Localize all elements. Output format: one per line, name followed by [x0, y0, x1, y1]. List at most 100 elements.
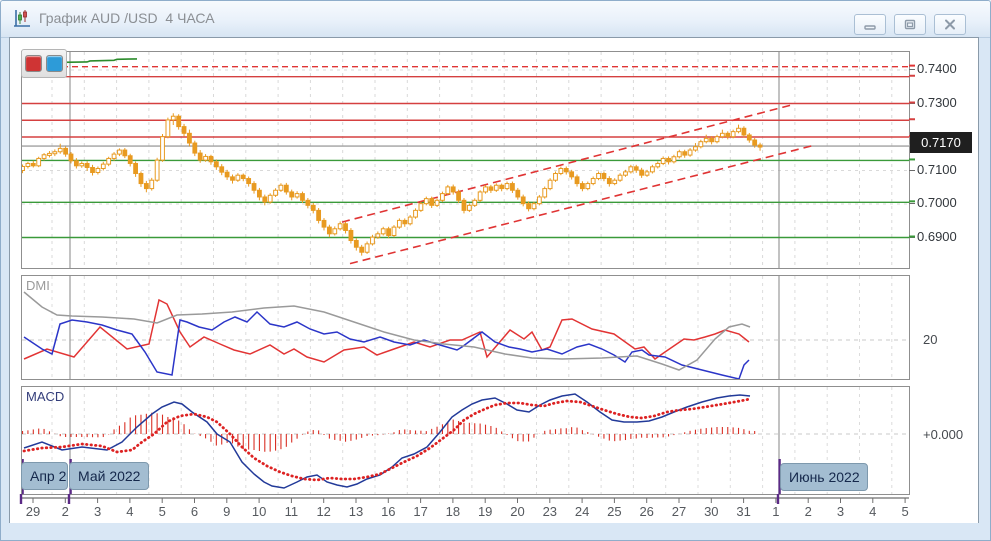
- candle-down: [403, 220, 407, 223]
- candle-up: [554, 174, 558, 181]
- month-marker-june[interactable]: Июнь 2022: [780, 463, 868, 491]
- chart-legend-toolbar: [21, 49, 67, 78]
- candle-down: [354, 241, 358, 248]
- time-axis-label: 12: [316, 504, 330, 519]
- candle-down: [430, 199, 434, 206]
- price-axis-label: 0.7100: [917, 162, 977, 177]
- candle-up: [42, 155, 46, 159]
- time-axis-label: 5: [159, 504, 166, 519]
- candle-down: [581, 184, 585, 189]
- candle-down: [241, 175, 245, 178]
- candle-down: [306, 200, 310, 205]
- candle-down: [220, 167, 224, 172]
- candle-up: [150, 180, 154, 188]
- candle-up: [376, 234, 380, 237]
- candle-down: [139, 174, 143, 184]
- candle-down: [198, 153, 202, 160]
- price-axis-label: 0.7400: [917, 61, 977, 76]
- candle-up: [295, 194, 299, 197]
- candle-down: [258, 190, 262, 197]
- candle-down: [322, 220, 326, 227]
- candle-up: [22, 166, 24, 170]
- candle-down: [301, 194, 305, 201]
- candle-down: [521, 197, 525, 204]
- candle-down: [451, 187, 455, 192]
- candle-up: [338, 224, 342, 229]
- candle-down: [123, 150, 127, 156]
- candle-down: [634, 167, 638, 170]
- candle-up: [107, 158, 111, 164]
- candle-down: [284, 185, 288, 192]
- candle-down: [193, 143, 197, 153]
- candle-up: [672, 157, 676, 162]
- dmi-label: DMI: [26, 278, 50, 293]
- close-button[interactable]: [934, 14, 966, 35]
- dmi-chart-svg: [22, 276, 909, 379]
- current-price-box: 0.7170: [910, 132, 972, 153]
- candle-up: [204, 156, 208, 160]
- candle-down: [758, 145, 762, 147]
- time-axis-label: 23: [543, 504, 557, 519]
- title-bar[interactable]: График AUD /USD 4 ЧАСА: [1, 1, 990, 38]
- candle-up: [645, 172, 649, 175]
- window-title: График AUD /USD 4 ЧАСА: [39, 10, 215, 26]
- candle-down: [188, 133, 192, 143]
- candle-down: [311, 205, 315, 210]
- dmi-panel[interactable]: [21, 275, 910, 380]
- candle-up: [236, 175, 240, 180]
- time-axis-label: 19: [478, 504, 492, 519]
- macd-panel[interactable]: [21, 386, 910, 495]
- candle-down: [640, 170, 644, 175]
- candle-up: [737, 128, 741, 131]
- buy-blue-button[interactable]: [46, 55, 63, 72]
- time-axis-label: 2: [805, 504, 812, 519]
- candle-up: [118, 150, 122, 154]
- time-axis-label: 6: [191, 504, 198, 519]
- candle-down: [511, 184, 515, 191]
- candle-down: [69, 154, 73, 161]
- candle-up: [371, 237, 375, 244]
- restore-button[interactable]: [894, 14, 926, 35]
- candle-down: [710, 138, 714, 141]
- candle-down: [387, 229, 391, 236]
- candle-down: [177, 116, 181, 126]
- candle-down: [144, 184, 148, 189]
- month-marker-april[interactable]: Апр 2022: [21, 462, 68, 490]
- candle-up: [155, 160, 159, 180]
- sell-red-button[interactable]: [25, 55, 42, 72]
- time-axis-label: 4: [869, 504, 876, 519]
- adx-line: [24, 292, 750, 370]
- window-bottom-frame: [1, 523, 990, 540]
- candle-down: [457, 192, 461, 200]
- candle-up: [591, 179, 595, 184]
- candle-down: [128, 156, 132, 164]
- candle-down: [349, 230, 353, 240]
- candle-down: [214, 162, 218, 167]
- candle-down: [570, 172, 574, 177]
- candle-down: [64, 148, 68, 154]
- price-panel[interactable]: [21, 51, 910, 269]
- month-marker-may[interactable]: Май 2022: [69, 462, 149, 490]
- candle-down: [747, 135, 751, 140]
- time-axis-label: 2: [62, 504, 69, 519]
- candle-down: [726, 133, 730, 136]
- candle-up: [96, 168, 100, 172]
- candle-down: [317, 210, 321, 220]
- candle-up: [484, 187, 488, 192]
- candle-down: [225, 172, 229, 177]
- candle-up: [381, 229, 385, 234]
- macd-zero-label: +0.000: [923, 427, 963, 442]
- candle-down: [247, 179, 251, 184]
- time-axis-label: 13: [349, 504, 363, 519]
- candle-up: [467, 205, 471, 210]
- candle-up: [419, 204, 423, 211]
- candle-up: [656, 163, 660, 166]
- chart-window: График AUD /USD 4 ЧАСА DMI MACD 0.74000.…: [0, 0, 991, 541]
- candle-up: [559, 168, 563, 173]
- candle-down: [489, 187, 493, 190]
- time-axis-label: 3: [94, 504, 101, 519]
- time-axis-label: 30: [704, 504, 718, 519]
- candle-down: [575, 177, 579, 184]
- candle-up: [112, 154, 116, 158]
- minimize-button[interactable]: [854, 14, 886, 35]
